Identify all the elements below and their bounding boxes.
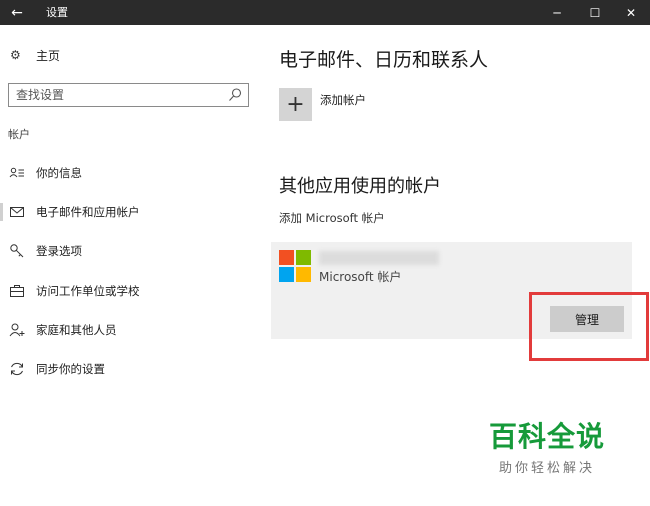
logo-square-red	[279, 250, 294, 265]
watermark: 百科全说 助你轻松解决	[482, 415, 612, 476]
sidebar-item-label: 访问工作单位或学校	[36, 284, 140, 298]
highlight-box	[529, 292, 649, 361]
sync-icon	[9, 361, 25, 377]
sidebar-item-label: 家庭和其他人员	[36, 323, 117, 337]
logo-square-blue	[279, 267, 294, 282]
sidebar: ⚙ 主页 帐户 你的信息 电子邮件和应用帐户 登录选项 访问工作单位或学校	[0, 25, 262, 506]
person-add-icon	[9, 322, 25, 338]
add-account-button[interactable]: +	[279, 88, 312, 121]
close-button[interactable]: ✕	[614, 0, 648, 25]
minimize-button[interactable]: ─	[540, 0, 574, 25]
home-label: 主页	[36, 48, 61, 63]
section-label-accounts: 帐户	[8, 128, 30, 141]
search-icon[interactable]	[228, 87, 242, 103]
add-account-link[interactable]: 添加帐户	[320, 92, 366, 108]
window-title: 设置	[46, 6, 68, 19]
plus-icon: +	[286, 92, 305, 117]
account-type-label: Microsoft 帐户	[319, 270, 402, 284]
sidebar-item-label: 电子邮件和应用帐户	[36, 205, 140, 219]
logo-square-green	[296, 250, 311, 265]
back-arrow-icon: ←	[11, 4, 23, 21]
search-input[interactable]	[16, 87, 216, 103]
email-calendar-contacts-heading: 电子邮件、日历和联系人	[279, 49, 489, 71]
mail-icon	[9, 204, 25, 220]
gear-icon: ⚙	[10, 48, 21, 62]
sidebar-item-work-school[interactable]: 访问工作单位或学校	[0, 276, 262, 306]
maximize-icon: ☐	[589, 5, 601, 20]
sidebar-item-label: 你的信息	[36, 166, 82, 180]
watermark-title: 百科全说	[488, 420, 605, 453]
user-card-icon	[9, 165, 25, 181]
close-icon: ✕	[625, 5, 637, 20]
microsoft-logo-icon	[279, 250, 312, 283]
briefcase-icon	[9, 283, 25, 299]
blurred-account-email	[319, 251, 439, 265]
sidebar-item-label: 登录选项	[36, 244, 82, 258]
sidebar-item-sign-in-options[interactable]: 登录选项	[0, 236, 262, 266]
other-apps-accounts-heading: 其他应用使用的帐户	[279, 176, 441, 197]
watermark-subtitle: 助你轻松解决	[498, 461, 595, 476]
minimize-icon: ─	[553, 5, 561, 20]
key-icon	[9, 243, 25, 259]
title-bar: ← 设置 ─ ☐ ✕	[0, 0, 650, 25]
sidebar-item-family-others[interactable]: 家庭和其他人员	[0, 315, 262, 345]
add-microsoft-account-link[interactable]: 添加 Microsoft 帐户	[279, 210, 385, 226]
search-box[interactable]	[8, 83, 249, 107]
back-button[interactable]: ←	[0, 0, 34, 25]
sidebar-item-sync-settings[interactable]: 同步你的设置	[0, 354, 262, 384]
home-nav-item[interactable]: ⚙ 主页	[10, 46, 60, 64]
logo-square-yellow	[296, 267, 311, 282]
sidebar-item-email-app-accounts[interactable]: 电子邮件和应用帐户	[0, 197, 262, 227]
sidebar-item-your-info[interactable]: 你的信息	[0, 158, 262, 188]
main-content: 电子邮件、日历和联系人 + 添加帐户 其他应用使用的帐户 添加 Microsof…	[262, 25, 650, 506]
sidebar-item-label: 同步你的设置	[36, 362, 105, 376]
maximize-button[interactable]: ☐	[578, 0, 612, 25]
